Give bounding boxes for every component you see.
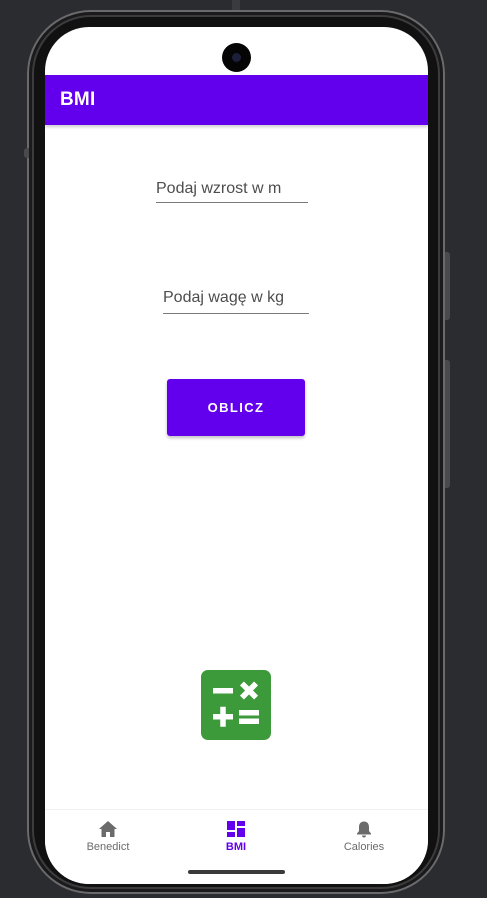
- nav-label-benedict: Benedict: [86, 841, 130, 853]
- power-button: [445, 360, 450, 488]
- app-bar: BMI: [45, 75, 428, 125]
- nav-item-calories[interactable]: Calories: [319, 820, 409, 860]
- left-side-button: [24, 148, 29, 158]
- bell-icon: [357, 821, 371, 838]
- home-indicator-bar[interactable]: [188, 870, 285, 874]
- home-icon: [99, 821, 117, 837]
- weight-input[interactable]: Podaj wagę w kg: [163, 285, 309, 314]
- nav-item-bmi[interactable]: BMI: [191, 820, 281, 860]
- nav-label-bmi: BMI: [225, 841, 247, 853]
- phone-screen: BMI Podaj wzrost w m Podaj wagę w kg OBL…: [45, 27, 428, 884]
- nav-label-calories: Calories: [343, 841, 385, 853]
- app-title: BMI: [60, 89, 96, 110]
- height-input[interactable]: Podaj wzrost w m: [156, 179, 308, 203]
- emulator-stage: BMI Podaj wzrost w m Podaj wagę w kg OBL…: [0, 0, 487, 898]
- nav-item-benedict[interactable]: Benedict: [63, 820, 153, 860]
- front-camera: [222, 43, 251, 72]
- volume-up-button: [445, 252, 450, 320]
- calculator-icon: [201, 670, 271, 740]
- calculate-button[interactable]: OBLICZ: [167, 379, 305, 436]
- dashboard-icon: [227, 821, 245, 837]
